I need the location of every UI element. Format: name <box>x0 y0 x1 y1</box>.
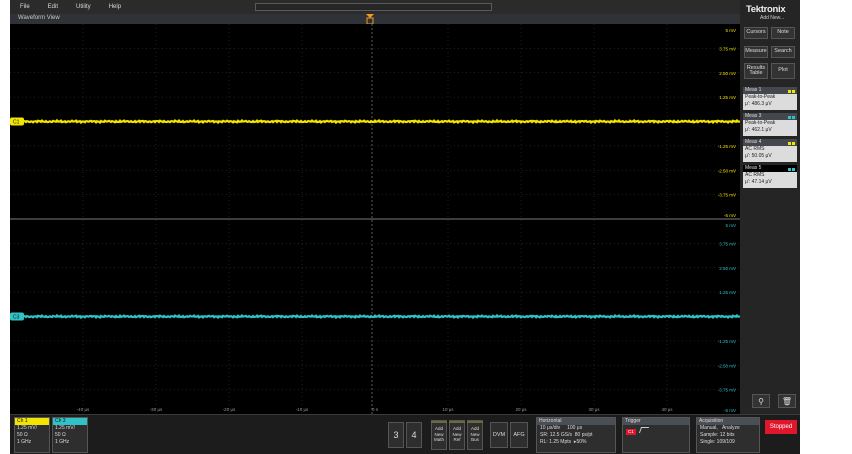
trash-icon[interactable]: 🗑 <box>778 394 796 408</box>
ch3-scale-label: -5 mV <box>724 408 736 413</box>
zoom-icon[interactable]: ⚲ <box>752 394 770 408</box>
time-tick-label: -30 μs <box>150 407 163 412</box>
ch3-badge[interactable]: Ch 3 1.25 mV/ 50 Ω 1 GHz <box>52 417 88 453</box>
time-tick-label: 40 μs <box>661 407 673 412</box>
add-new-bus-button[interactable]: Add New Bus <box>467 420 483 450</box>
ch3-scale-label: -2.50 mV <box>718 363 736 368</box>
add-new-ref-button[interactable]: Add New Ref <box>449 420 465 450</box>
note-button[interactable]: Note <box>771 27 795 39</box>
ch1-scale-label: -3.75 mV <box>718 193 736 198</box>
svg-text:C1: C1 <box>13 120 20 126</box>
ch3-scale-label: 3.75 mV <box>719 241 736 246</box>
dvm-button[interactable]: DVM <box>490 422 508 448</box>
waveform-plot: 5 mV 3.75 mV 2.50 mV 1.25 mV -1.25 mV -2.50 m… <box>10 24 740 414</box>
add-new-label[interactable]: Add New... <box>760 15 784 21</box>
meas-4-body[interactable]: AC RMS μ': 50.05 μV <box>743 146 797 162</box>
meas-1-header[interactable]: Meas 1 <box>743 87 797 94</box>
menu-edit[interactable]: Edit <box>48 4 58 10</box>
ch1-scale-label: -5 mV <box>724 213 736 218</box>
meas-1-body[interactable]: Peak-to-Peak μ': 486.3 μV <box>743 94 797 110</box>
plot-button[interactable]: Plot <box>771 63 795 79</box>
ch3-scale-label: -1.25 mV <box>718 339 736 344</box>
ch1-scale-label: -2.50 mV <box>718 168 736 173</box>
ch1-scale-label: 3.75 mV <box>719 46 736 51</box>
time-tick-label: 0 s <box>372 407 379 412</box>
ch1-scale-label: -1.25 mV <box>718 144 736 149</box>
waveform-graticule[interactable]: 5 mV 3.75 mV 2.50 mV 1.25 mV -1.25 mV -2.50 m… <box>10 24 740 414</box>
ch3-offset-marker: C3 <box>10 312 24 321</box>
channel-4-button[interactable]: 4 <box>406 422 422 448</box>
time-tick-label: 20 μs <box>515 407 527 412</box>
measure-button[interactable]: Measure <box>744 46 768 58</box>
results-table-button[interactable]: Results Table <box>744 63 768 79</box>
acquisition-settings[interactable]: Acquisition Manual, Analyze Sample: 12 b… <box>696 417 760 453</box>
ch1-scale-label: 5 mV <box>725 28 736 33</box>
cursors-button[interactable]: Cursors <box>744 27 768 39</box>
ch1-scale-label: 1.25 mV <box>719 95 736 100</box>
waveform-overview-scrollbar[interactable] <box>255 3 492 11</box>
ch3-waveform <box>10 313 740 320</box>
menu-help[interactable]: Help <box>109 4 121 10</box>
ch1-waveform <box>10 118 740 125</box>
menu-utility[interactable]: Utility <box>76 4 91 10</box>
meas-5-header[interactable]: Meas 5 <box>743 165 797 172</box>
rising-edge-icon <box>639 427 650 433</box>
run-stop-status-button[interactable]: Stopped <box>765 420 797 434</box>
meas-4-header[interactable]: Meas 4 <box>743 139 797 146</box>
trigger-source-badge: C1 <box>626 429 636 435</box>
trigger-settings[interactable]: Trigger C1 <box>622 417 690 453</box>
oscilloscope-app: File Edit Utility Help Waveform View 5 m… <box>10 0 800 454</box>
settings-bar: Ch 1 1.25 mV/ 50 Ω 1 GHz Ch 3 1.25 mV/ 5… <box>10 414 800 454</box>
side-panel: Tektronix Add New... Cursors Note Measur… <box>740 0 800 414</box>
time-tick-label: 30 μs <box>588 407 600 412</box>
tektronix-logo: Tektronix <box>746 4 786 15</box>
ch1-badge[interactable]: Ch 1 1.25 mV/ 50 Ω 1 GHz <box>14 417 50 453</box>
menu-file[interactable]: File <box>20 4 30 10</box>
meas-5-body[interactable]: AC RMS μ': 47.14 μV <box>743 172 797 188</box>
menu-bar: File Edit Utility Help <box>10 0 740 14</box>
waveform-view-title: Waveform View <box>18 15 60 21</box>
time-tick-label: -40 μs <box>77 407 90 412</box>
ch1-scale-label: 2.50 mV <box>719 71 736 76</box>
meas-3-body[interactable]: Peak-to-Peak μ': 462.1 μV <box>743 120 797 136</box>
search-button[interactable]: Search <box>771 46 795 58</box>
afg-button[interactable]: AFG <box>510 422 528 448</box>
ch3-scale-label: 1.25 mV <box>719 290 736 295</box>
ch1-offset-marker: C1 <box>10 117 24 126</box>
ch3-scale-label: 2.50 mV <box>719 266 736 271</box>
meas-3-header[interactable]: Meas 3 <box>743 113 797 120</box>
time-tick-label: -10 μs <box>296 407 309 412</box>
channel-3-button[interactable]: 3 <box>388 422 404 448</box>
waveform-view-header: Waveform View <box>10 14 740 24</box>
ch3-scale-label: 5 mV <box>725 223 736 228</box>
svg-text:C3: C3 <box>13 315 20 321</box>
add-new-math-button[interactable]: Add New Math <box>431 420 447 450</box>
trigger-position-icon[interactable] <box>366 14 374 24</box>
time-tick-label: -20 μs <box>223 407 236 412</box>
time-tick-label: 10 μs <box>442 407 454 412</box>
horizontal-settings[interactable]: Horizontal 10 μs/div 100 μs SR: 12.5 GS/… <box>536 417 616 453</box>
ch3-scale-label: -3.75 mV <box>718 388 736 393</box>
